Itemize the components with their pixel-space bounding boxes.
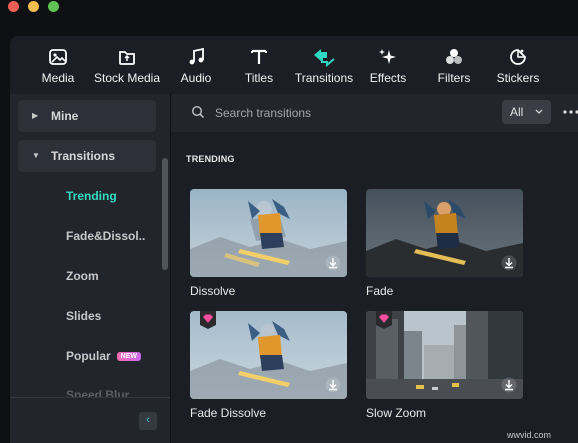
media-icon [48,46,68,68]
sidebar-item-mine[interactable]: ▶ Mine [18,100,156,132]
filter-dropdown[interactable]: All [502,100,551,124]
tab-filters-label: Filters [437,71,471,85]
category-sidebar: ▶ Mine ▼ Transitions Trending Fade&Disso… [10,94,170,443]
chevron-down-icon [535,109,543,114]
more-options-icon[interactable] [561,102,578,122]
tab-audio[interactable]: Audio [177,36,215,94]
card-label: Dissolve [190,284,236,298]
transition-card-dissolve[interactable]: Dissolve [190,189,347,298]
sidebar-scrollbar[interactable] [162,158,168,270]
card-label: Slow Zoom [366,406,427,420]
download-icon[interactable] [325,255,341,271]
top-toolbar: Media Stock Media Audio Titles Transitio… [10,36,578,94]
sticker-icon [508,46,528,68]
window-minimize-button[interactable] [28,1,39,12]
sidebar-item-popular[interactable]: Popular NEW [66,349,142,363]
text-t-icon [249,46,269,68]
tab-effects[interactable]: Effects [368,36,408,94]
caret-down-icon: ▼ [32,151,40,160]
transitions-arrows-icon [312,46,336,68]
sidebar-footer: ‹ [10,397,170,443]
download-icon[interactable] [325,377,341,393]
tab-media[interactable]: Media [37,36,79,94]
collapse-sidebar-button[interactable]: ‹ [139,412,157,430]
app-window: Media Stock Media Audio Titles Transitio… [10,36,578,443]
sidebar-transitions-label: Transitions [51,149,116,163]
sparkle-icon [377,46,399,68]
music-note-icon [186,46,206,68]
stock-media-icon [117,46,137,68]
tab-stock-media[interactable]: Stock Media [92,36,162,94]
download-icon[interactable] [501,377,517,393]
thumbnail [190,189,347,277]
tab-titles-label: Titles [244,71,274,85]
tab-audio-label: Audio [180,71,212,85]
sidebar-item-fade-dissolve[interactable]: Fade&Dissol.. [66,229,145,243]
transition-card-fade-dissolve[interactable]: Fade Dissolve [190,311,347,420]
sidebar-item-slides[interactable]: Slides [66,309,101,323]
transition-card-fade[interactable]: Fade [366,189,523,298]
premium-gem-icon [376,311,392,329]
tab-effects-label: Effects [369,71,407,85]
tab-stickers[interactable]: Stickers [494,36,542,94]
card-label: Fade [366,284,394,298]
transition-card-slow-zoom[interactable]: Slow Zoom [366,311,523,420]
caret-right-icon: ▶ [32,111,39,120]
tab-stickers-label: Stickers [496,71,540,85]
filter-value: All [510,105,524,119]
watermark: wwvid.com [507,430,552,440]
sidebar-item-transitions[interactable]: ▼ Transitions [18,140,156,172]
download-icon[interactable] [501,255,517,271]
search-icon [191,105,205,119]
tab-transitions[interactable]: Transitions [294,36,354,94]
sidebar-item-zoom[interactable]: Zoom [66,269,99,283]
search-bar: All [171,94,578,132]
thumbnail [366,189,523,277]
tab-stock-media-label: Stock Media [93,71,161,85]
thumbnail [190,311,347,399]
chevron-left-icon: ‹ [146,414,150,426]
tab-filters[interactable]: Filters [434,36,474,94]
tab-transitions-label: Transitions [294,71,354,85]
premium-gem-icon [200,311,216,329]
sidebar-mine-label: Mine [51,109,79,123]
thumbnail [366,311,523,399]
filter-circles-icon [444,46,464,68]
sidebar-popular-label: Popular [66,349,111,363]
new-badge: NEW [116,352,142,361]
transitions-grid: TRENDING Dissolve Fade Fade Dissolve Slo… [171,132,578,443]
window-maximize-button[interactable] [48,1,59,12]
card-label: Fade Dissolve [190,406,267,420]
search-input[interactable] [215,103,485,123]
tab-titles[interactable]: Titles [241,36,277,94]
section-title: TRENDING [186,154,235,164]
title-bar [0,0,578,36]
sidebar-item-trending[interactable]: Trending [66,189,117,203]
window-close-button[interactable] [8,1,19,12]
tab-media-label: Media [41,71,75,85]
